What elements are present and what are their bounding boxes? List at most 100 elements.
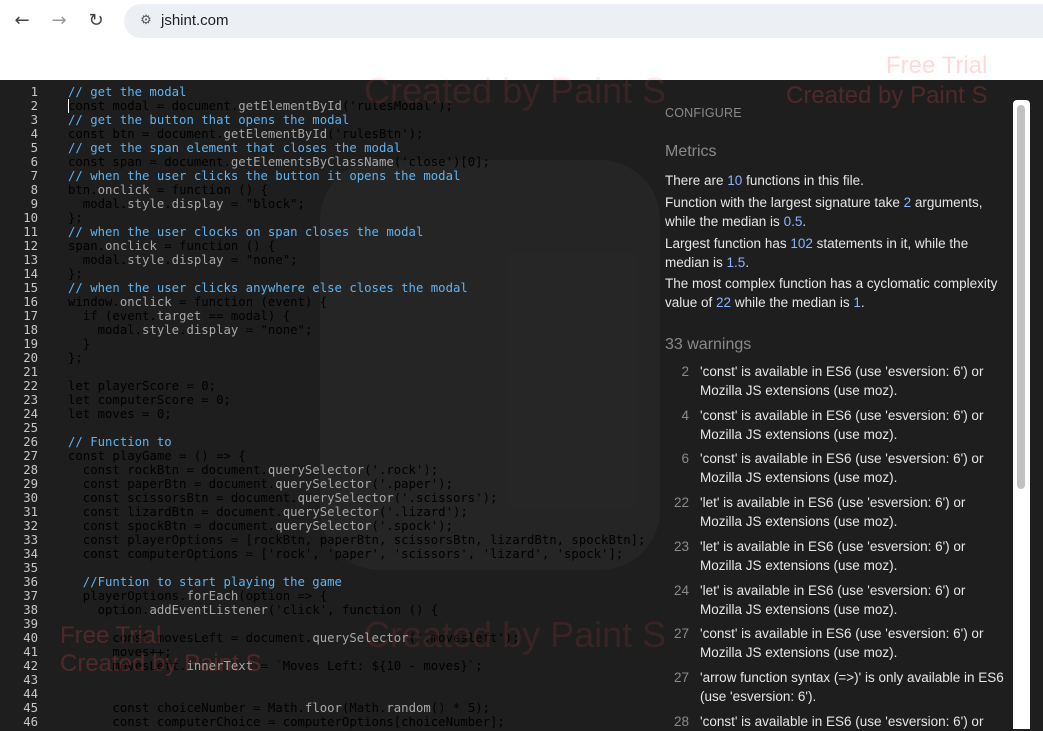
line-number: 32 xyxy=(23,519,38,533)
code-line[interactable]: 8 btn.onclick = function () { xyxy=(0,183,655,197)
code-line[interactable]: 21 xyxy=(0,365,655,379)
forward-arrow-icon[interactable]: → xyxy=(46,8,72,34)
metric-text: The most complex function has a cyclomat… xyxy=(665,276,998,310)
code-text: //Funtion to start playing the game xyxy=(68,575,342,589)
code-line[interactable]: 45 const choiceNumber = Math.floor(Math.… xyxy=(0,701,655,715)
code-line[interactable]: 23 let computerScore = 0; xyxy=(0,393,655,407)
line-number: 43 xyxy=(23,673,38,687)
scrollbar-thumb[interactable] xyxy=(1017,105,1025,489)
code-line[interactable]: 24 let moves = 0; xyxy=(0,407,655,421)
warning-message: 'const' is available in ES6 (use 'esvers… xyxy=(700,407,984,442)
site-info-icon[interactable]: ⚙ xyxy=(136,11,156,31)
code-text: const scissorsBtn = document.querySelect… xyxy=(68,491,498,505)
watermark-text: Created by Paint S xyxy=(60,650,262,677)
code-text: } xyxy=(68,337,91,351)
code-line[interactable]: 22 let playerScore = 0; xyxy=(0,379,655,393)
code-line[interactable]: 19 } xyxy=(0,337,655,351)
code-text: // Function to xyxy=(68,435,172,449)
code-line[interactable]: 31 const lizardBtn = document.querySelec… xyxy=(0,505,655,519)
metric-text: There are 10 functions in this file. xyxy=(665,173,864,188)
code-line[interactable]: 15 // when the user clicks anywhere else … xyxy=(0,281,655,295)
code-line[interactable]: 7 // when the user clicks the button it o… xyxy=(0,169,655,183)
line-number: 38 xyxy=(23,603,38,617)
metric-text: Function with the largest signature take… xyxy=(665,195,983,229)
code-line[interactable]: 9 modal.style.display = "block"; xyxy=(0,197,655,211)
watermark-text: Free Trial xyxy=(886,52,988,79)
line-number: 36 xyxy=(23,575,38,589)
watermark-text: Created by Paint S xyxy=(364,614,667,655)
code-line[interactable]: 17 if (event.target == modal) { xyxy=(0,309,655,323)
line-number: 10 xyxy=(23,211,38,225)
code-line[interactable]: 37 playerOptions.forEach(option => { xyxy=(0,589,655,603)
code-line[interactable]: 34 const computerOptions = ['rock', 'pap… xyxy=(0,547,655,561)
code-line[interactable]: 18 modal.style.display = "none"; xyxy=(0,323,655,337)
code-line[interactable]: 3 // get the button that opens the modal xyxy=(0,113,655,127)
code-line[interactable]: 46 const computerChoice = computerOption… xyxy=(0,715,655,729)
code-line[interactable]: 29 const paperBtn = document.querySelect… xyxy=(0,477,655,491)
code-text: }; xyxy=(68,211,83,225)
url-text[interactable]: jshint.com xyxy=(161,12,229,29)
code-line[interactable]: 5 // get the span element that closes the… xyxy=(0,141,655,155)
line-number: 14 xyxy=(23,267,38,281)
code-line[interactable]: 26 // Function to xyxy=(0,435,655,449)
code-text: const playerOptions = [rockBtn, paperBtn… xyxy=(68,533,646,547)
line-number: 46 xyxy=(23,715,38,729)
back-arrow-icon[interactable]: ← xyxy=(9,8,35,34)
code-line[interactable]: 4 const btn = document.getElementById('ru… xyxy=(0,127,655,141)
warning-message: 'const' is available in ES6 (use 'esvers… xyxy=(700,626,984,661)
code-text: // get the span element that closes the … xyxy=(68,141,402,155)
line-number: 11 xyxy=(23,225,38,239)
address-bar[interactable]: ⚙ jshint.com xyxy=(124,4,1043,38)
code-text: const paperBtn = document.querySelector(… xyxy=(68,477,453,491)
warning-message: 'const' is available in ES6 (use 'esvers… xyxy=(700,451,984,486)
warning-message: 'let' is available in ES6 (use 'esversio… xyxy=(700,582,966,617)
code-line[interactable]: 14}; xyxy=(0,267,655,281)
report-panel: CONFIGURE Metrics There are 10 functions… xyxy=(665,100,1010,729)
code-line[interactable]: 10}; xyxy=(0,211,655,225)
line-number: 23 xyxy=(23,393,38,407)
warning-line-number: 27 xyxy=(673,669,689,685)
code-text: window.onclick = function (event) { xyxy=(68,295,328,309)
warning-line-number: 24 xyxy=(673,582,689,598)
code-line[interactable]: 27 const playGame = () => { xyxy=(0,449,655,463)
line-number: 7 xyxy=(30,169,38,183)
code-line[interactable]: 20}; xyxy=(0,351,655,365)
line-number: 40 xyxy=(23,631,38,645)
code-text: playerOptions.forEach(option => { xyxy=(68,589,328,603)
line-number: 28 xyxy=(23,463,38,477)
code-text: // get the button that opens the modal xyxy=(68,113,350,127)
code-line[interactable]: 12 span.onclick = function () { xyxy=(0,239,655,253)
configure-link[interactable]: CONFIGURE xyxy=(665,106,742,120)
watermark-text: Free Trial xyxy=(60,622,162,649)
line-number: 9 xyxy=(30,197,38,211)
code-line[interactable]: 6 const span = document.getElementsByClas… xyxy=(0,155,655,169)
line-number: 6 xyxy=(30,155,38,169)
line-number: 18 xyxy=(23,323,38,337)
warning-line-number: 6 xyxy=(681,451,689,467)
code-line[interactable]: 13 modal.style.display = "none"; xyxy=(0,253,655,267)
code-text: let computerScore = 0; xyxy=(68,393,231,407)
line-number: 37 xyxy=(23,589,38,603)
watermark-text: Created by Paint S xyxy=(364,70,667,111)
code-line[interactable]: 35 xyxy=(0,561,655,575)
report-scrollbar[interactable] xyxy=(1013,100,1030,729)
line-number: 30 xyxy=(23,491,38,505)
reload-icon[interactable]: ↻ xyxy=(83,8,109,34)
code-line[interactable]: 16 window.onclick = function (event) { xyxy=(0,295,655,309)
line-number: 13 xyxy=(23,253,38,267)
code-line[interactable]: 30 const scissorsBtn = document.querySel… xyxy=(0,491,655,505)
code-text: }; xyxy=(68,267,83,281)
code-text: const lizardBtn = document.querySelector… xyxy=(68,505,468,519)
line-number: 20 xyxy=(23,351,38,365)
code-line[interactable]: 33 const playerOptions = [rockBtn, paper… xyxy=(0,533,655,547)
code-line[interactable]: 11 // when the user clocks on span closes… xyxy=(0,225,655,239)
code-line[interactable]: 32 const spockBtn = document.querySelect… xyxy=(0,519,655,533)
watermark-text: Created by Paint S xyxy=(786,82,988,109)
code-line[interactable]: 28 const rockBtn = document.querySelecto… xyxy=(0,463,655,477)
line-number: 41 xyxy=(23,645,38,659)
code-line[interactable]: 44 xyxy=(0,687,655,701)
warning-line-number: 2 xyxy=(681,364,689,379)
code-text: const spockBtn = document.querySelector(… xyxy=(68,519,453,533)
code-line[interactable]: 25 xyxy=(0,421,655,435)
code-line[interactable]: 36 //Funtion to start playing the game xyxy=(0,575,655,589)
